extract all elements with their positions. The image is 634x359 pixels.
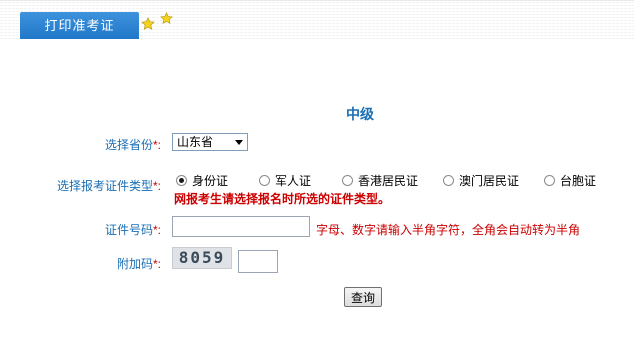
radio-button-checked[interactable] (176, 175, 187, 186)
star-icon (141, 17, 155, 31)
chevron-down-icon (235, 140, 243, 145)
radio-button[interactable] (544, 175, 555, 186)
id-type-warning: 网报考生请选择报名时所选的证件类型。 (174, 192, 391, 206)
radio-button[interactable] (259, 175, 270, 186)
radio-taiwan-card[interactable]: 台胞证 (544, 172, 596, 189)
id-number-input[interactable] (172, 216, 310, 237)
query-button[interactable]: 查询 (344, 287, 382, 307)
province-select[interactable]: 山东省 (172, 133, 248, 151)
page-title: 中级 (346, 106, 374, 122)
tab-label: 打印准考证 (44, 18, 115, 33)
id-type-label: 选择报考证件类型*: (57, 179, 162, 193)
radio-button[interactable] (443, 175, 454, 186)
id-number-label: 证件号码*: (105, 223, 162, 237)
province-label: 选择省份*: (105, 138, 162, 152)
radio-macau-card[interactable]: 澳门居民证 (443, 172, 519, 189)
radio-id-card[interactable]: 身份证 (176, 172, 228, 189)
header-bar: 打印准考证 (0, 0, 634, 39)
radio-military-card[interactable]: 军人证 (259, 172, 311, 189)
captcha-input[interactable] (238, 250, 278, 273)
captcha-label: 附加码*: (117, 257, 162, 271)
captcha-image: 8059 (172, 247, 232, 269)
id-number-hint: 字母、数字请输入半角字符，全角会自动转为半角 (316, 223, 581, 237)
radio-button[interactable] (342, 175, 353, 186)
province-selected-value: 山东省 (177, 135, 214, 149)
star-icon (160, 12, 173, 25)
radio-hongkong-card[interactable]: 香港居民证 (342, 172, 418, 189)
tab-print-admission-ticket[interactable]: 打印准考证 (20, 12, 139, 39)
